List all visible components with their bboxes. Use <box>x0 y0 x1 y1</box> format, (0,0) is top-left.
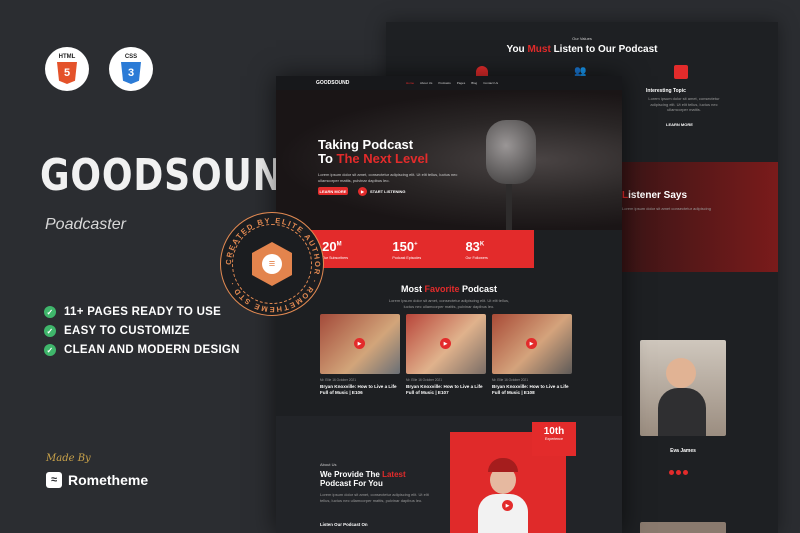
check-icon: ✓ <box>44 325 56 337</box>
feature-item: ✓ CLEAN AND MODERN DESIGN <box>44 344 240 356</box>
html-label: HTML <box>58 54 76 60</box>
episode-title[interactable]: Bryan Knoxville: How to Live a Life Full… <box>406 384 486 395</box>
episode-card[interactable]: ▶ Mr. Ellie 16 October 2021 Bryan Knoxvi… <box>406 314 486 395</box>
episode-meta: Mr. Ellie 16 October 2021 <box>492 378 528 382</box>
nav-item[interactable]: Contact Us <box>483 81 498 85</box>
listener-text: Lorem ipsum dolor sit amet consectetur a… <box>622 206 711 211</box>
site-logo[interactable]: GOODSOUND <box>316 80 349 86</box>
brand-name: GOODSOUND <box>40 150 315 201</box>
episode-thumbnail[interactable]: ▶ <box>406 314 486 374</box>
nav-item[interactable]: Podcasts <box>438 81 450 85</box>
nav-item[interactable]: Blog <box>471 81 477 85</box>
elite-author-seal: CREATED BY ELITE AUTHOR · ROMETHEME STD … <box>220 212 324 316</box>
about-text: Lorem ipsum dolor sit amet, consectetur … <box>320 492 429 503</box>
nav-item[interactable]: About Us <box>420 81 432 85</box>
nav-item[interactable]: Home <box>406 81 414 85</box>
listen-on-label: Listen Our Podcast On <box>320 522 368 527</box>
play-icon[interactable]: ▶ <box>526 338 537 349</box>
topic-text: Lorem ipsum dolor sit amet, consectetur … <box>648 96 720 113</box>
hero-text: Lorem ipsum dolor sit amet, consectetur … <box>318 172 458 183</box>
nav-menu: Home About Us Podcasts Pages Blog Contac… <box>406 81 498 85</box>
favorite-text: Lorem ipsum dolor sit amet, consectetur … <box>388 298 510 309</box>
episode-meta: Mr. Ellie 16 October 2021 <box>320 378 356 382</box>
mic-arm <box>506 184 512 230</box>
favorite-title: Most Favorite Podcast <box>400 284 498 294</box>
episode-title[interactable]: Bryan Knoxville: How to Live a Life Full… <box>320 384 400 395</box>
host-photo <box>666 358 696 388</box>
front-page-preview: GOODSOUND Home About Us Podcasts Pages B… <box>276 76 622 533</box>
stat-item: 20M Our Subscribers <box>322 238 349 260</box>
experience-label: Experience <box>545 437 563 441</box>
check-icon: ✓ <box>44 306 56 318</box>
stat-item: 150+ Podcast Episodes <box>392 238 422 260</box>
experience-number: 10th <box>543 426 565 437</box>
html5-badge: HTML 5 <box>45 47 89 91</box>
topic-title: Interesting Topic <box>646 88 686 94</box>
html5-icon: 5 <box>57 62 77 84</box>
play-icon[interactable]: ▶ <box>354 338 365 349</box>
episode-card[interactable]: ▶ Mr. Ellie 16 October 2021 Bryan Knoxvi… <box>492 314 572 395</box>
episode-card[interactable]: ▶ Mr. Ellie 16 October 2021 Bryan Knoxvi… <box>320 314 400 395</box>
hero-title: Taking Podcast To The Next Level <box>318 137 429 167</box>
episode-thumbnail[interactable]: ▶ <box>492 314 572 374</box>
podcast-icon <box>476 66 488 76</box>
css3-badge: CSS 3 <box>109 47 153 91</box>
host-name: Eva James <box>670 448 696 454</box>
feature-item: ✓ 11+ PAGES READY TO USE <box>44 306 240 318</box>
play-icon: ▶ <box>358 187 367 196</box>
values-title: You Must Listen to Our Podcast <box>506 44 658 55</box>
css-label: CSS <box>124 54 138 60</box>
rometheme-logo: ≈ Rometheme <box>46 472 148 488</box>
microphone-image <box>486 120 536 184</box>
made-by-label: Made By <box>46 453 91 464</box>
stat-item: 83K Our Followers <box>465 238 488 260</box>
check-icon: ✓ <box>44 344 56 356</box>
episode-title[interactable]: Bryan Knoxville: How to Live a Life Full… <box>492 384 572 395</box>
brand-tagline: Poadcaster <box>45 216 126 233</box>
listener-title: Listener Says <box>622 190 688 201</box>
learn-more-button[interactable]: LEARN MORE <box>318 187 348 195</box>
about-person-body <box>478 494 528 533</box>
learn-more-link[interactable]: LEARN MORE <box>666 122 693 127</box>
rometheme-icon: ≡ <box>262 254 282 274</box>
episode-list: ▶ Mr. Ellie 16 October 2021 Bryan Knoxvi… <box>320 314 572 395</box>
about-kicker: About Us <box>320 462 337 467</box>
twitter-icon[interactable] <box>676 470 681 475</box>
css3-icon: 3 <box>121 62 141 84</box>
host-body <box>658 388 706 436</box>
rometheme-icon: ≈ <box>46 472 62 488</box>
episode-meta: Mr. Ellie 16 October 2021 <box>406 378 442 382</box>
host-card <box>640 340 726 436</box>
play-icon[interactable]: ▶ <box>502 500 513 511</box>
experience-badge: 10th Experience <box>532 422 576 456</box>
about-person-hat <box>488 458 518 472</box>
next-card <box>640 522 726 533</box>
about-title: We Provide The Latest Podcast For You <box>320 470 406 489</box>
feature-list: ✓ 11+ PAGES READY TO USE ✓ EASY TO CUSTOMI… <box>44 306 240 363</box>
topic-icon <box>674 65 688 79</box>
episode-thumbnail[interactable]: ▶ <box>320 314 400 374</box>
listener-section-bg <box>620 162 778 272</box>
start-listening-button[interactable]: ▶ START LISTENING <box>358 187 405 196</box>
feature-item: ✓ EASY TO CUSTOMIZE <box>44 325 240 337</box>
values-kicker: Our Values <box>572 36 592 41</box>
facebook-icon[interactable] <box>669 470 674 475</box>
instagram-icon[interactable] <box>683 470 688 475</box>
nav-item[interactable]: Pages <box>457 81 466 85</box>
host-social-icons[interactable] <box>669 462 690 480</box>
play-icon[interactable]: ▶ <box>440 338 451 349</box>
